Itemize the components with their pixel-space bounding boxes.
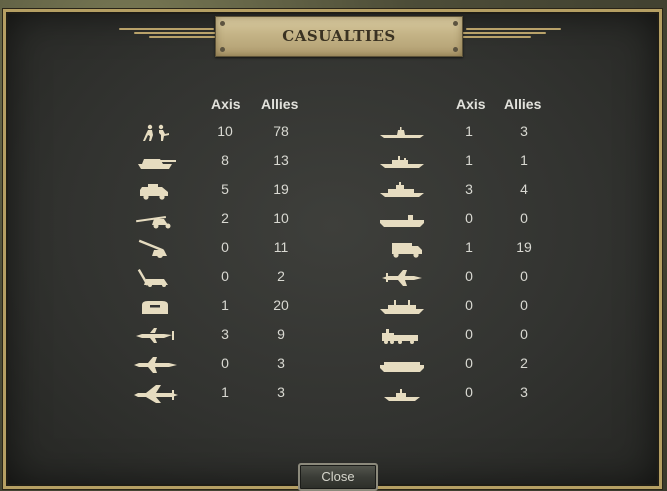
tank-icon <box>132 151 180 171</box>
allies-losses: 3 <box>277 355 285 371</box>
allies-losses: 0 <box>520 268 528 284</box>
destroyer-icon <box>378 151 426 171</box>
dialog-title: CASUALTIES <box>282 27 396 45</box>
allies-losses: 78 <box>273 123 289 139</box>
axis-losses: 1 <box>221 297 229 313</box>
allies-losses: 2 <box>520 355 528 371</box>
right-allies-header: Allies <box>504 96 542 112</box>
allies-losses: 13 <box>273 152 289 168</box>
train-icon <box>378 325 426 345</box>
axis-losses: 3 <box>221 326 229 342</box>
allies-losses: 19 <box>273 181 289 197</box>
allies-losses: 0 <box>520 326 528 342</box>
armored-car-icon <box>132 180 180 200</box>
landing-craft-icon <box>378 354 426 374</box>
tactical-bomber-icon <box>132 354 180 374</box>
anti-aircraft-gun-icon <box>132 267 180 287</box>
axis-losses: 0 <box>465 297 473 313</box>
axis-losses: 10 <box>217 123 233 139</box>
axis-losses: 0 <box>465 326 473 342</box>
allies-losses: 0 <box>520 297 528 313</box>
axis-losses: 1 <box>465 123 473 139</box>
allies-losses: 1 <box>520 152 528 168</box>
bunker-icon <box>132 296 180 316</box>
axis-losses: 1 <box>465 152 473 168</box>
axis-losses: 2 <box>221 210 229 226</box>
truck-icon <box>378 238 426 258</box>
strategic-bomber-icon <box>132 383 180 403</box>
axis-losses: 0 <box>465 384 473 400</box>
allies-losses: 4 <box>520 181 528 197</box>
fighter-plane-icon <box>132 325 180 345</box>
transport-plane-icon <box>378 267 426 287</box>
allies-losses: 2 <box>277 268 285 284</box>
allies-losses: 11 <box>273 239 289 255</box>
transport-ship-icon <box>378 296 426 316</box>
left-axis-header: Axis <box>211 96 241 112</box>
axis-losses: 0 <box>465 210 473 226</box>
patrol-boat-icon <box>378 383 426 403</box>
axis-losses: 0 <box>221 355 229 371</box>
axis-losses: 5 <box>221 181 229 197</box>
title-plate: CASUALTIES <box>215 16 463 57</box>
submarine-icon <box>378 122 426 142</box>
right-axis-header: Axis <box>456 96 486 112</box>
axis-losses: 8 <box>221 152 229 168</box>
left-allies-header: Allies <box>261 96 299 112</box>
close-button[interactable]: Close <box>298 463 378 491</box>
axis-losses: 0 <box>221 239 229 255</box>
cruiser-icon <box>378 180 426 200</box>
infantry-icon <box>132 122 180 142</box>
title-wing-right <box>461 26 561 40</box>
artillery-icon <box>132 238 180 258</box>
title-wing-left <box>119 26 219 40</box>
allies-losses: 3 <box>520 123 528 139</box>
axis-losses: 1 <box>221 384 229 400</box>
casualties-dialog: CASUALTIES Axis Allies Axis Allies 10 78 8… <box>2 8 663 491</box>
axis-losses: 0 <box>221 268 229 284</box>
allies-losses: 10 <box>273 210 289 226</box>
allies-losses: 3 <box>520 384 528 400</box>
allies-losses: 0 <box>520 210 528 226</box>
allies-losses: 19 <box>516 239 532 255</box>
anti-tank-gun-icon <box>132 209 180 229</box>
axis-losses: 0 <box>465 355 473 371</box>
allies-losses: 9 <box>277 326 285 342</box>
axis-losses: 3 <box>465 181 473 197</box>
allies-losses: 3 <box>277 384 285 400</box>
axis-losses: 1 <box>465 239 473 255</box>
axis-losses: 0 <box>465 268 473 284</box>
aircraft-carrier-icon <box>378 209 426 229</box>
allies-losses: 20 <box>273 297 289 313</box>
